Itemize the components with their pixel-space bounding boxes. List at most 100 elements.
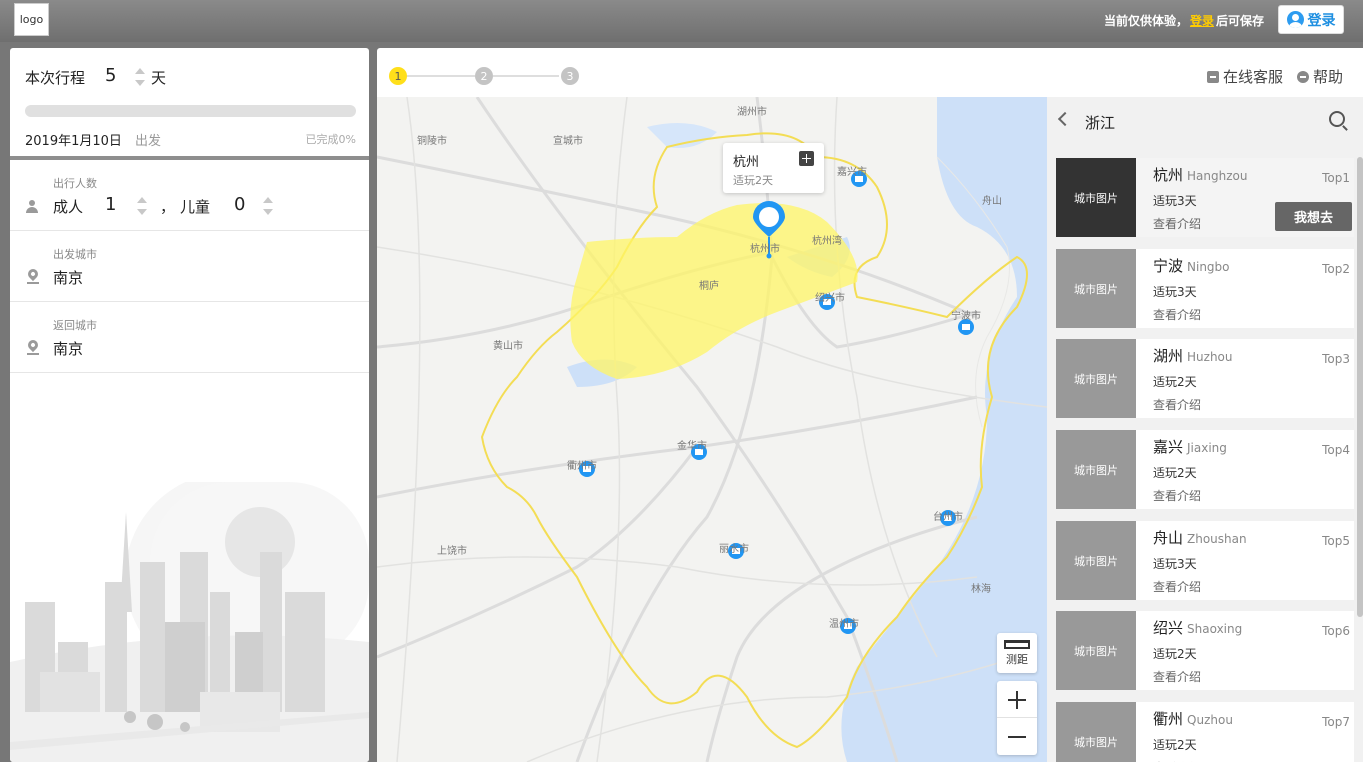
stepper-up-icon[interactable] xyxy=(137,197,147,203)
step-1[interactable]: 1 xyxy=(389,67,407,85)
search-icon[interactable] xyxy=(1329,111,1345,127)
notice-prefix: 当前仅供体验， xyxy=(1103,14,1188,28)
city-name: 湖州 xyxy=(1153,347,1184,365)
child-stepper[interactable] xyxy=(263,196,273,216)
login-label: 登录 xyxy=(1307,12,1336,29)
city-image[interactable]: 城市图片 xyxy=(1056,521,1136,600)
stepper-down-icon[interactable] xyxy=(263,209,273,215)
save-notice: 当前仅供体验， 登录 后可保存 xyxy=(1104,12,1264,29)
city-card-jiaxing[interactable]: 城市图片 嘉兴 Jiaxing 适玩2天 查看介绍 Top4 xyxy=(1056,430,1354,509)
adult-stepper[interactable] xyxy=(137,196,147,216)
travelers-label: 出行人数 xyxy=(53,177,97,190)
city-image[interactable]: 城市图片 xyxy=(1056,158,1136,237)
view-intro-link[interactable]: 查看介绍 xyxy=(1153,306,1201,323)
view-intro-link[interactable]: 查看介绍 xyxy=(1153,487,1201,504)
departure-row[interactable]: 出发城市 南京 xyxy=(10,231,369,302)
trip-title: 本次行程 xyxy=(25,69,86,87)
view-intro-link[interactable]: 查看介绍 xyxy=(1153,215,1201,232)
customer-service-button[interactable]: 在线客服 xyxy=(1206,66,1283,87)
child-label: 儿童 xyxy=(180,198,211,216)
customer-service-label: 在线客服 xyxy=(1222,68,1283,86)
stepper-up-icon[interactable] xyxy=(263,197,273,203)
departure-city[interactable]: 南京 xyxy=(53,267,83,288)
map-label: 铜陵市 xyxy=(417,136,447,147)
trip-days-stepper[interactable] xyxy=(135,67,145,87)
city-image[interactable]: 城市图片 xyxy=(1056,339,1136,418)
view-intro-link[interactable]: 查看介绍 xyxy=(1153,668,1201,685)
city-card-ningbo[interactable]: 城市图片 宁波 Ningbo 适玩3天 查看介绍 Top2 xyxy=(1056,249,1354,328)
city-card-quzhou[interactable]: 城市图片衢州Quzhou适玩2天查看介绍Top7 xyxy=(1056,702,1354,762)
city-skyline-illustration xyxy=(10,482,369,762)
zoom-in-button[interactable] xyxy=(997,681,1037,718)
travelers-separator: ， xyxy=(160,198,176,216)
stepper-down-icon[interactable] xyxy=(135,80,145,86)
child-count[interactable]: 0 xyxy=(234,194,245,215)
city-rank: Top1 xyxy=(1322,171,1350,185)
top-bar: logo 当前仅供体验， 登录 后可保存 登录 xyxy=(0,0,1363,42)
city-days: 适玩2天 xyxy=(1153,647,1197,661)
adult-count[interactable]: 1 xyxy=(105,194,116,215)
map-label: 宣城市 xyxy=(553,136,583,147)
return-label: 返回城市 xyxy=(53,319,97,332)
trip-progress-label: 已完成0% xyxy=(305,133,356,146)
city-rank: Top2 xyxy=(1322,262,1350,276)
city-card-hanghzou[interactable]: 城市图片 杭州 Hanghzou 适玩3天 查看介绍 Top1 我想去 xyxy=(1056,158,1354,237)
scrollbar[interactable] xyxy=(1357,157,1363,617)
city-rank: Top4 xyxy=(1322,443,1350,457)
stepper-down-icon[interactable] xyxy=(137,209,147,215)
ruler-icon xyxy=(1004,640,1030,649)
city-name-en: Jiaxing xyxy=(1187,441,1227,455)
city-name-en: Ningbo xyxy=(1187,260,1230,274)
return-row[interactable]: 返回城市 南京 xyxy=(10,302,369,373)
back-icon[interactable] xyxy=(1057,111,1073,127)
trip-date[interactable]: 2019年1月10日 xyxy=(25,130,122,149)
notice-suffix: 后可保存 xyxy=(1215,14,1264,28)
logo[interactable]: logo xyxy=(14,3,49,36)
add-city-icon[interactable] xyxy=(799,151,814,166)
city-name-block: 舟山 Zhoushan xyxy=(1153,527,1247,548)
want-to-go-button[interactable]: 我想去 xyxy=(1275,202,1352,231)
city-rank: Top3 xyxy=(1322,352,1350,366)
city-days: 适玩3天 xyxy=(1153,285,1197,299)
help-button[interactable]: 帮助 xyxy=(1296,66,1343,87)
return-city[interactable]: 南京 xyxy=(53,338,83,359)
step-3[interactable]: 3 xyxy=(561,67,579,85)
zoom-out-button[interactable] xyxy=(997,718,1037,755)
city-card-huzhou[interactable]: 城市图片 湖州 Huzhou 适玩2天 查看介绍 Top3 xyxy=(1056,339,1354,418)
city-image[interactable]: 城市图片 xyxy=(1056,249,1136,328)
popup-city-days: 适玩2天 xyxy=(733,174,773,187)
city-popup[interactable]: 杭州 适玩2天 xyxy=(723,143,824,193)
city-card-shaoxing[interactable]: 城市图片 绍兴 Shaoxing 适玩2天 查看介绍 Top6 xyxy=(1056,611,1354,690)
login-button[interactable]: 登录 xyxy=(1278,5,1344,34)
city-name-en: Zhoushan xyxy=(1187,532,1247,546)
map-canvas[interactable] xyxy=(377,97,1047,762)
trip-days-value[interactable]: 5 xyxy=(105,65,116,86)
city-card-zhoushan[interactable]: 城市图片 舟山 Zhoushan 适玩3天 查看介绍 Top5 xyxy=(1056,521,1354,600)
province-name: 浙江 xyxy=(1085,114,1116,132)
trip-summary: 本次行程 5 天 2019年1月10日 出发 已完成0% xyxy=(10,48,369,160)
map-label: 林海 xyxy=(971,584,991,595)
measure-distance-button[interactable]: 测距 xyxy=(997,633,1037,673)
notice-login-link[interactable]: 登录 xyxy=(1190,14,1214,28)
view-intro-link[interactable]: 查看介绍 xyxy=(1153,578,1201,595)
stepper-up-icon[interactable] xyxy=(135,68,145,74)
map-view[interactable]: 杭州市 嘉兴市 绍兴市 宁波市 舟山 黄山市 金华市 衢州市 丽水市 台州市 温州市 上饶市 铜陵市 宣城… xyxy=(377,97,1047,762)
city-image[interactable]: 城市图片 xyxy=(1056,430,1136,509)
trip-panel: 本次行程 5 天 2019年1月10日 出发 已完成0% 出行人数 成人 1 ，… xyxy=(10,48,369,762)
pin-base xyxy=(27,353,39,355)
city-days: 适玩3天 xyxy=(1153,557,1197,571)
city-days: 适玩3天 xyxy=(1153,194,1197,208)
map-label: 金华市 xyxy=(677,441,707,452)
city-list-panel: 浙江 城市图片 杭州 Hanghzou 适玩3天 查看介绍 Top1 我想去 城市图片 宁波 Ni… xyxy=(1047,97,1363,762)
step-2[interactable]: 2 xyxy=(475,67,493,85)
city-image[interactable]: 城市图片 xyxy=(1056,611,1136,690)
city-days: 适玩2天 xyxy=(1153,375,1197,389)
map-label: 杭州市 xyxy=(750,244,780,255)
map-label: 宁波市 xyxy=(951,311,981,322)
map-label: 嘉兴市 xyxy=(837,167,867,178)
view-intro-link[interactable]: 查看介绍 xyxy=(1153,396,1201,413)
city-image[interactable]: 城市图片 xyxy=(1056,702,1136,762)
travelers-row: 出行人数 成人 1 ， 儿童 0 xyxy=(10,160,369,231)
minus-icon xyxy=(1008,736,1026,738)
trip-depart-label: 出发 xyxy=(135,134,162,149)
